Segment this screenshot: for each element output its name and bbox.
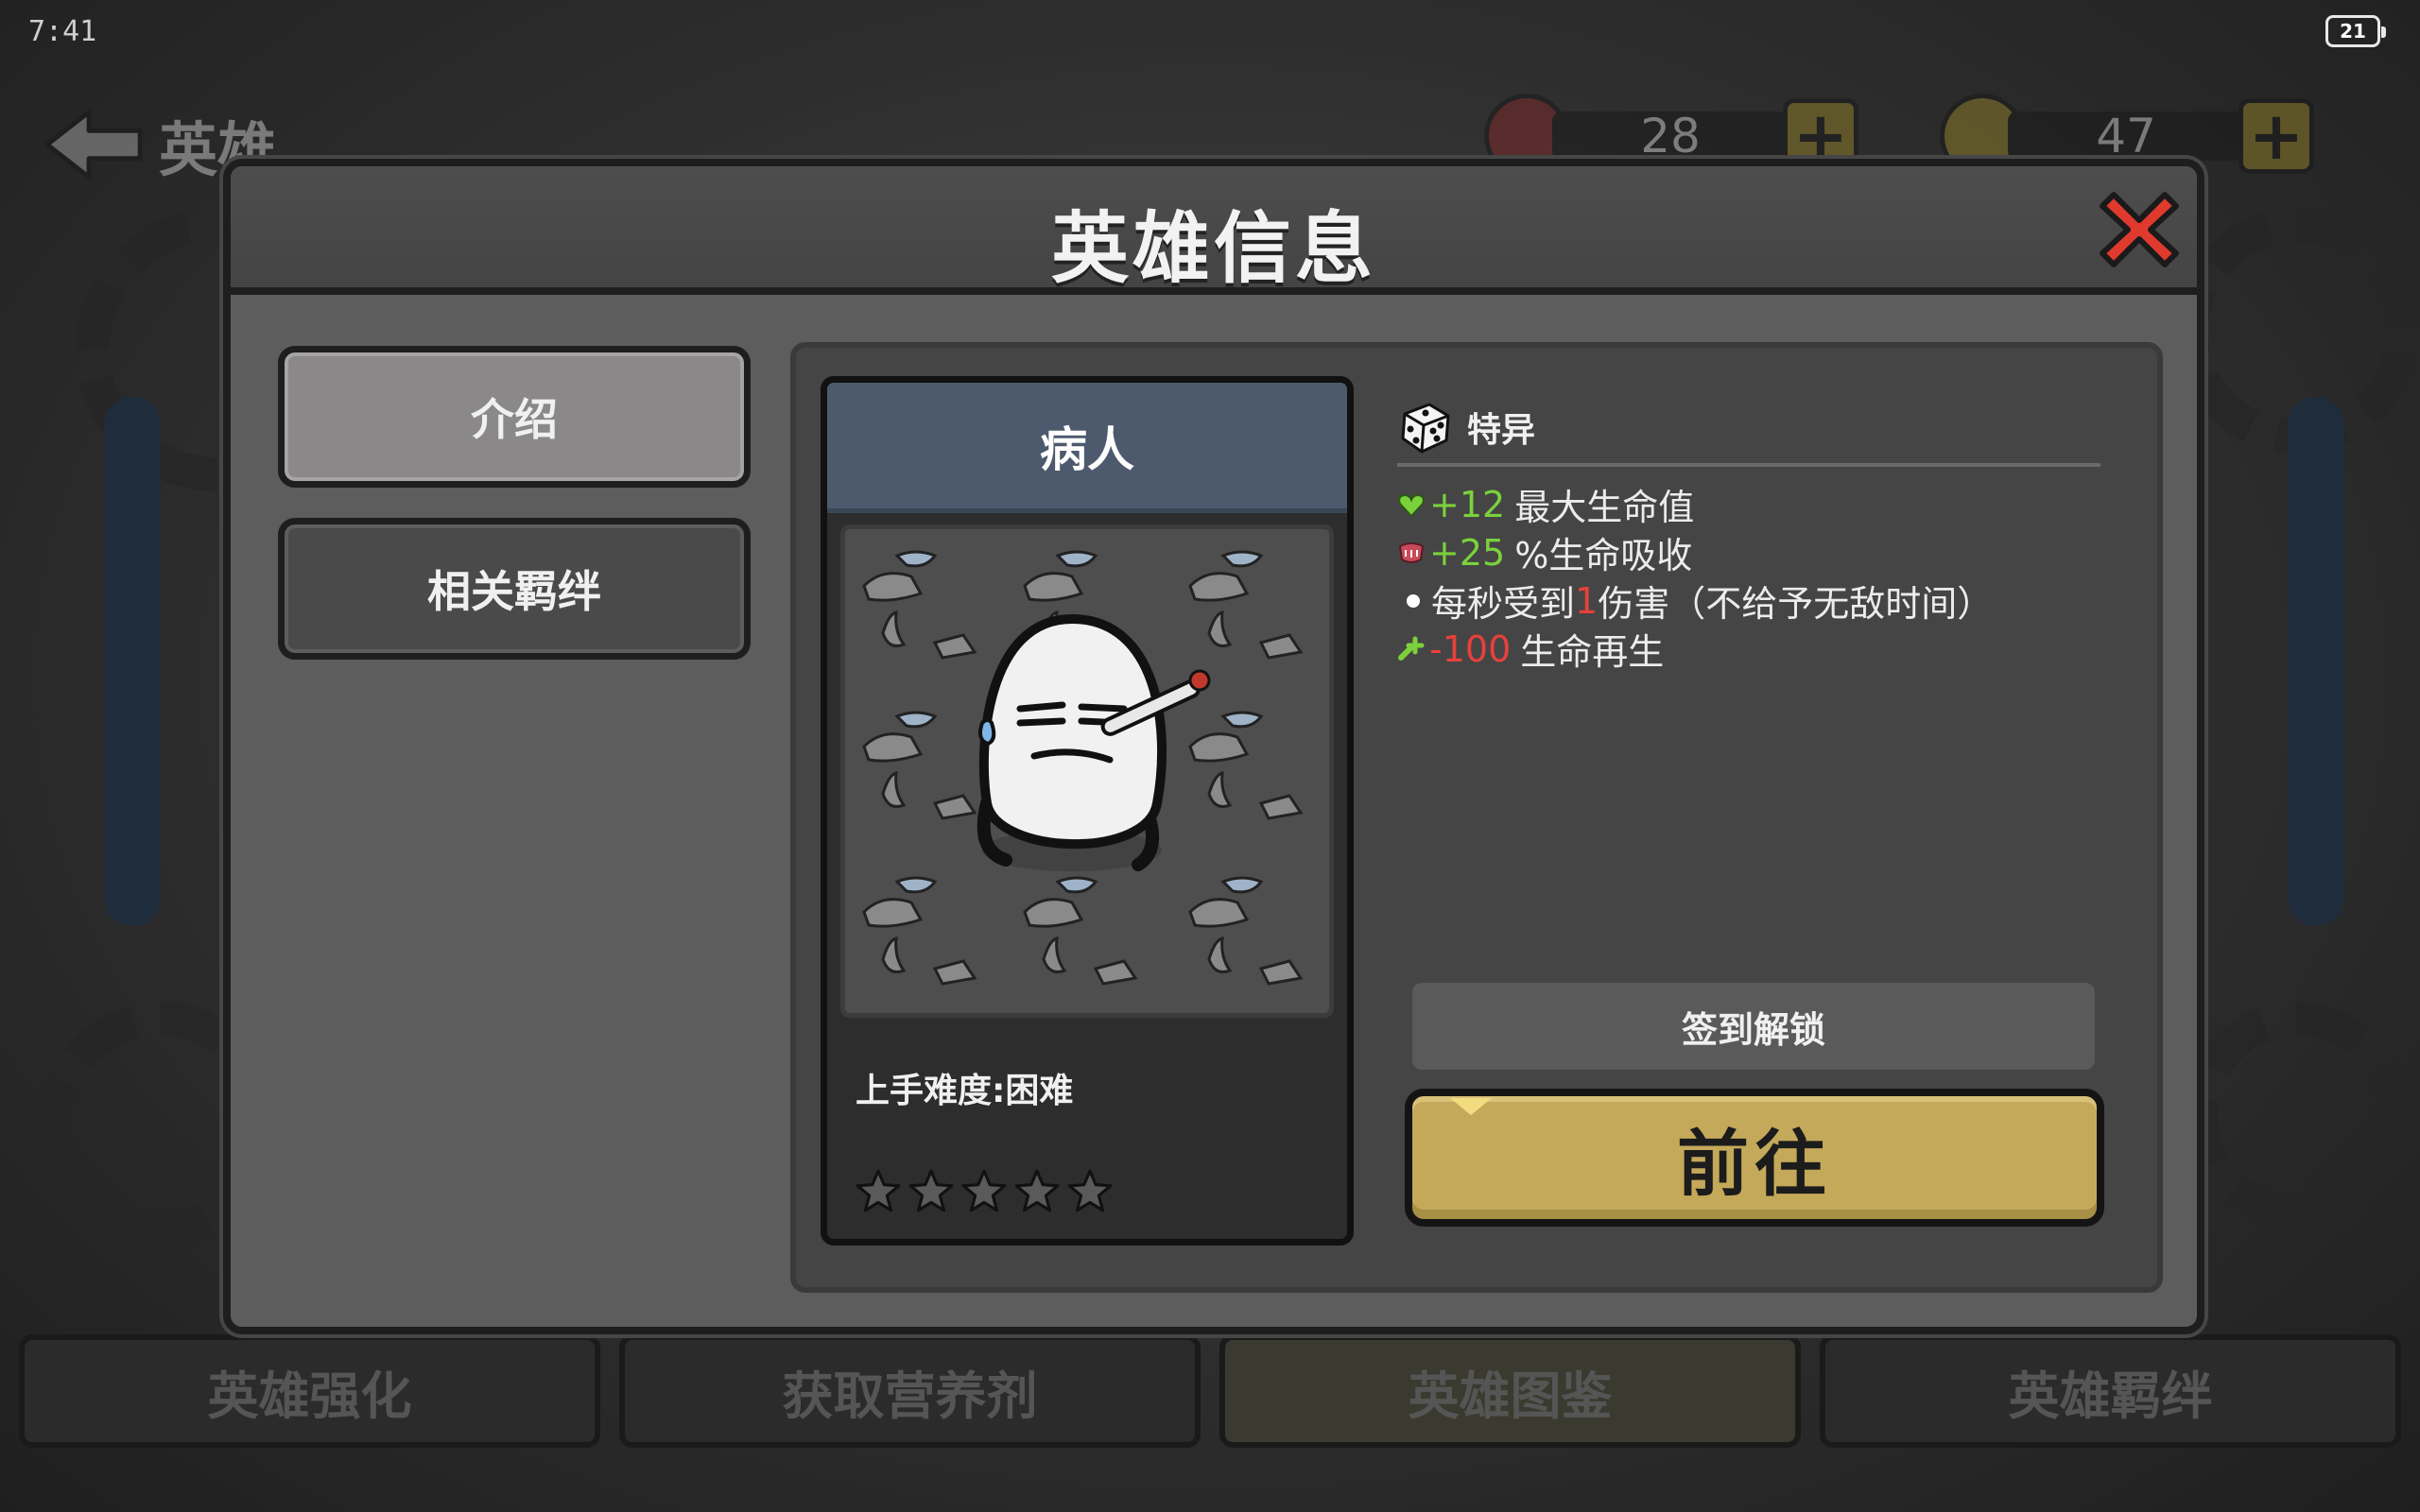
status-time: 7:41 xyxy=(28,15,97,48)
go-button[interactable]: 前往 xyxy=(1405,1089,2104,1227)
tab-introduction[interactable]: 介绍 xyxy=(278,346,751,488)
gear-decoration xyxy=(2184,1002,2411,1228)
add-coin-button[interactable]: + xyxy=(2238,97,2314,175)
tab-hero-bonds[interactable]: 英雄羁绊 xyxy=(1820,1334,2401,1448)
trait-value: +25 xyxy=(1429,531,1506,574)
content-panel: 病人 上手难度:困难 特异 +12 最大生命值 +25 %生命吸收 每秒受到 1… xyxy=(790,342,2163,1293)
trait-value: -100 xyxy=(1429,627,1512,670)
star-icon xyxy=(961,1169,1007,1212)
trait-line: +25 %生命吸收 xyxy=(1397,528,1993,576)
lifesteal-icon xyxy=(1398,541,1425,563)
gem-amount: 28 xyxy=(1552,109,1789,163)
bottom-tab-bar: 英雄强化 获取营养剂 英雄图鉴 英雄羁绊 xyxy=(19,1334,2401,1448)
star-icon xyxy=(856,1169,901,1212)
tab-get-nutrient[interactable]: 获取营养剂 xyxy=(619,1334,1201,1448)
star-icon xyxy=(1067,1169,1113,1212)
star-icon xyxy=(1014,1169,1060,1212)
star-icon xyxy=(908,1169,954,1212)
close-icon[interactable] xyxy=(2097,187,2182,272)
tab-hero-upgrade[interactable]: 英雄强化 xyxy=(19,1334,600,1448)
pipe-decoration xyxy=(104,397,161,926)
trait-label: 生命再生 xyxy=(1520,631,1665,673)
hero-card: 病人 上手难度:困难 xyxy=(821,376,1354,1246)
pipe-decoration xyxy=(2288,397,2344,926)
trait-value: +12 xyxy=(1429,483,1506,525)
hero-illustration xyxy=(862,550,1303,986)
trait-prefix: 每秒受到 xyxy=(1431,583,1576,625)
regen-icon xyxy=(1398,636,1425,661)
dialog-header: 英雄信息 xyxy=(231,166,2197,295)
bullet-icon xyxy=(1407,593,1420,608)
hero-name: 病人 xyxy=(827,383,1347,513)
trait-label: 最大生命值 xyxy=(1514,487,1695,528)
trait-line: +12 最大生命值 xyxy=(1397,480,1993,528)
difficulty-stars xyxy=(854,1167,1115,1216)
trait-list: +12 最大生命值 +25 %生命吸收 每秒受到 1 伤害（不给予无敌时间） -… xyxy=(1397,480,1993,673)
trait-suffix: 伤害（不给予无敌时间） xyxy=(1598,583,1994,625)
heart-icon xyxy=(1398,493,1425,517)
trait-label: %生命吸收 xyxy=(1514,535,1693,576)
dice-icon xyxy=(1401,403,1450,454)
coin-amount: 47 xyxy=(2008,109,2244,163)
trait-line: -100 生命再生 xyxy=(1397,625,1993,673)
trait-title: 特异 xyxy=(1467,411,1536,450)
hero-info-dialog: 英雄信息 介绍 相关羁绊 病人 上手难度:困难 特异 +12 最大生命值 +25… xyxy=(223,159,2204,1334)
difficulty-label: 上手难度:困难 xyxy=(856,1072,1074,1110)
back-arrow-icon xyxy=(44,110,143,180)
trait-value: 1 xyxy=(1575,579,1599,622)
trait-header: 特异 xyxy=(1397,399,1535,455)
battery-icon: 21 xyxy=(2325,15,2386,47)
unlock-condition: 签到解锁 xyxy=(1412,983,2095,1070)
dialog-title: 英雄信息 xyxy=(1050,204,1376,294)
trait-divider xyxy=(1397,463,2100,467)
tab-related-bonds[interactable]: 相关羁绊 xyxy=(278,518,751,660)
trait-line: 每秒受到 1 伤害（不给予无敌时间） xyxy=(1397,576,1993,625)
hero-portrait xyxy=(840,524,1334,1018)
tab-hero-catalog[interactable]: 英雄图鉴 xyxy=(1219,1334,1801,1448)
